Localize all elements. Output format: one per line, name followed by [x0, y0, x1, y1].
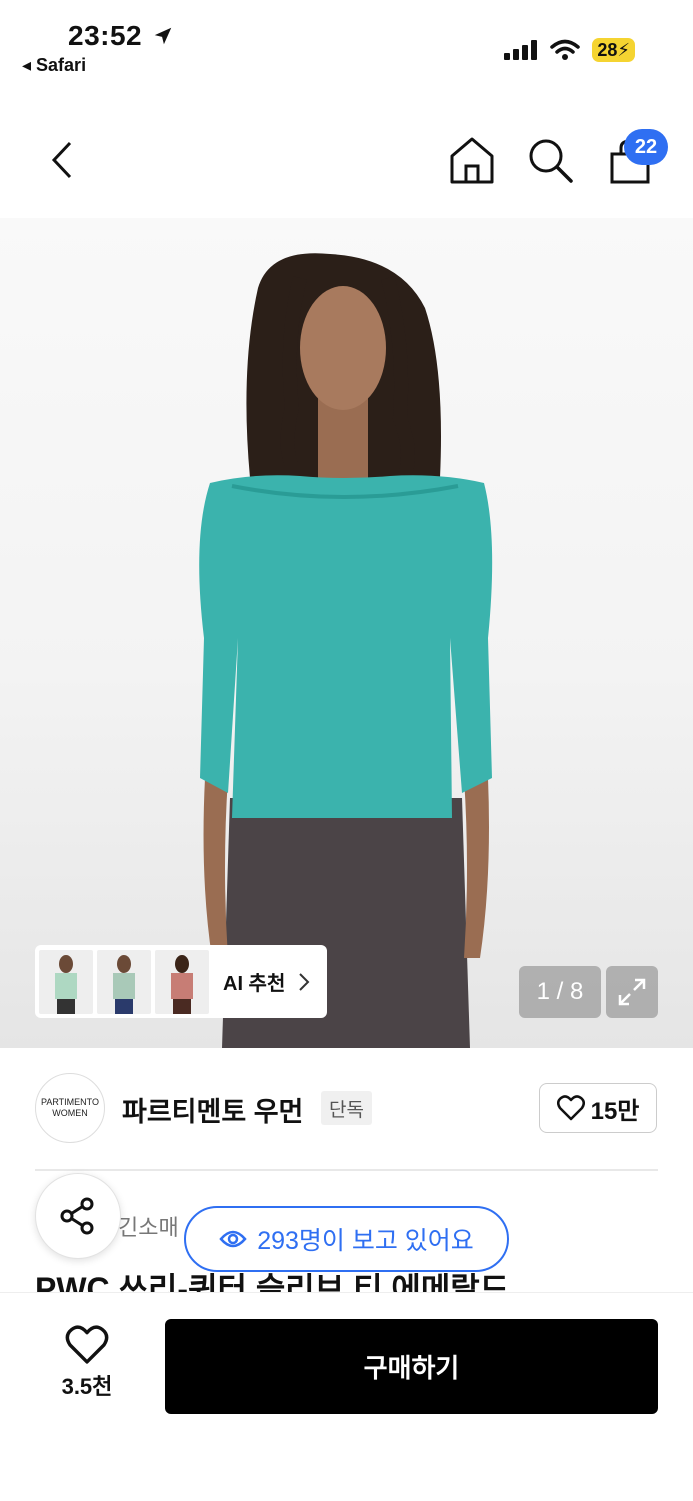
- brand-logo-text: WOMEN: [52, 1108, 88, 1118]
- product-category[interactable]: 긴소매: [118, 1210, 179, 1242]
- home-icon: [450, 137, 494, 184]
- battery-indicator: 28⚡: [592, 38, 635, 62]
- brand-logo[interactable]: PARTIMENTO WOMEN: [35, 1073, 105, 1143]
- signal-icon: [504, 40, 538, 60]
- brand-like-button[interactable]: 15만: [539, 1083, 657, 1133]
- back-to-safari[interactable]: ◂ Safari: [22, 55, 86, 76]
- share-icon: [60, 1197, 94, 1235]
- share-button[interactable]: [35, 1173, 121, 1259]
- status-indicators: 28⚡: [504, 38, 635, 62]
- recommend-thumb: [97, 949, 151, 1014]
- product-image-carousel[interactable]: [0, 218, 693, 1048]
- ai-recommend-label: AI 추천: [223, 973, 286, 995]
- home-button[interactable]: [446, 134, 498, 186]
- exclusive-badge: 단독: [321, 1091, 372, 1125]
- recommend-thumb: [155, 949, 209, 1014]
- location-arrow-icon: [155, 27, 172, 45]
- back-button[interactable]: [40, 136, 84, 184]
- ai-recommend-card[interactable]: AI 추천: [35, 945, 327, 1018]
- chevron-right-icon: [299, 972, 310, 991]
- brand-like-count: 15만: [590, 1097, 640, 1125]
- wifi-icon: [550, 39, 581, 60]
- model-photo: [199, 253, 493, 1048]
- search-button[interactable]: [524, 134, 576, 186]
- recommend-thumb: [39, 949, 93, 1014]
- page-indicator: 1 / 8: [519, 966, 601, 1018]
- heart-icon: [65, 1325, 109, 1364]
- viewers-count-pill: 293명이 보고 있어요: [184, 1206, 509, 1272]
- eye-icon: [219, 1230, 247, 1248]
- divider: [35, 1169, 658, 1171]
- viewers-text: 293명이 보고 있어요: [257, 1227, 474, 1255]
- fullscreen-button[interactable]: [606, 966, 658, 1018]
- brand-name[interactable]: 파르티멘토 우먼: [122, 1090, 303, 1129]
- status-time: 23:52: [68, 20, 174, 52]
- brand-logo-text: PARTIMENTO: [40, 1097, 99, 1107]
- search-icon: [529, 139, 573, 183]
- chevron-left-icon: [51, 141, 72, 179]
- wishlist-button[interactable]: 3.5천: [52, 1325, 122, 1401]
- cart-count-badge: 22: [624, 129, 668, 165]
- buy-button[interactable]: 구매하기: [165, 1319, 658, 1414]
- expand-icon: [618, 978, 646, 1006]
- wishlist-count: 3.5천: [61, 1374, 113, 1399]
- heart-icon: [556, 1095, 585, 1121]
